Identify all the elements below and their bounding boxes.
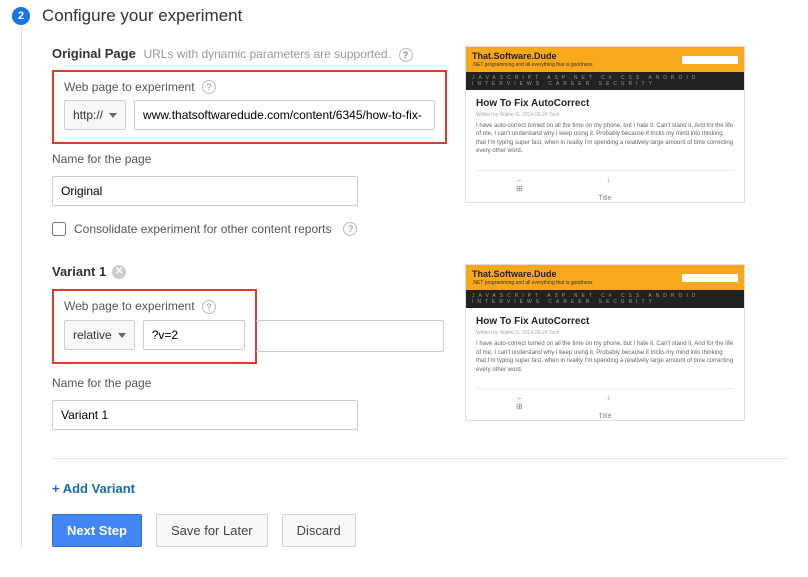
preview-brand: That.Software.Dude <box>472 51 593 61</box>
original-heading: Original Page URLs with dynamic paramete… <box>52 46 447 62</box>
add-variant-link[interactable]: + Add Variant <box>52 481 135 496</box>
variant1-heading: Variant 1 <box>52 264 106 279</box>
variant1-url-input[interactable] <box>143 320 245 350</box>
original-url-input[interactable] <box>134 100 435 130</box>
original-url-highlight: Web page to experiment ? http:// <box>52 70 447 145</box>
variant1-url-highlight: Web page to experiment ? relative <box>52 289 257 364</box>
preview-paragraph: I have auto-correct turned on all the ti… <box>476 340 734 374</box>
preview-search <box>682 274 738 282</box>
chevron-down-icon <box>109 113 117 118</box>
help-icon[interactable]: ? <box>399 48 413 62</box>
original-section: Original Page URLs with dynamic paramete… <box>52 46 788 236</box>
chevron-down-icon <box>118 333 126 338</box>
divider <box>52 458 788 459</box>
preview-arrows: ← ↓ ⊞ <box>476 393 734 411</box>
action-bar: Next Step Save for Later Discard <box>52 514 788 547</box>
preview-paragraph: I have auto-correct turned on all the ti… <box>476 122 734 156</box>
original-name-input[interactable] <box>52 176 358 206</box>
preview-foot-title: Title <box>599 413 612 420</box>
original-preview: That.Software.Dude .NET programming and … <box>465 46 745 203</box>
preview-tagline: .NET programming and all everything that… <box>472 62 593 68</box>
help-icon[interactable]: ? <box>343 222 357 236</box>
variant1-name-input[interactable] <box>52 400 358 430</box>
protocol-select[interactable]: http:// <box>64 100 126 130</box>
original-name-label: Name for the page <box>52 152 447 166</box>
preview-nav: JAVASCRIPT ASP.NET C# CSS ANDROID INTERV… <box>466 72 744 90</box>
original-url-label: Web page to experiment ? <box>64 80 435 95</box>
step-title: Configure your experiment <box>42 6 242 26</box>
consolidate-checkbox[interactable] <box>52 222 66 236</box>
preview-title: How To Fix AutoCorrect <box>476 98 734 109</box>
discard-button[interactable]: Discard <box>282 514 356 547</box>
preview-meta: Written by Walter G. 2014-06-24 Tech <box>476 330 734 336</box>
preview-search <box>682 56 738 64</box>
save-for-later-button[interactable]: Save for Later <box>156 514 268 547</box>
consolidate-label: Consolidate experiment for other content… <box>74 222 331 236</box>
remove-variant-icon[interactable]: ✕ <box>112 265 126 279</box>
variant1-preview: That.Software.Dude .NET programming and … <box>465 264 745 421</box>
original-hint: URLs with dynamic parameters are support… <box>143 47 390 61</box>
preview-tagline: .NET programming and all everything that… <box>472 280 593 286</box>
step-badge: 2 <box>12 7 30 25</box>
help-icon[interactable]: ? <box>202 300 216 314</box>
preview-foot-title: Title <box>599 195 612 202</box>
preview-title: How To Fix AutoCorrect <box>476 316 734 327</box>
preview-arrows: ← ↓ ⊞ <box>476 175 734 193</box>
variant1-url-extension[interactable] <box>256 320 444 352</box>
next-step-button[interactable]: Next Step <box>52 514 142 547</box>
help-icon[interactable]: ? <box>202 80 216 94</box>
variant1-name-label: Name for the page <box>52 376 447 390</box>
variant1-url-label: Web page to experiment ? <box>64 299 245 314</box>
preview-nav: JAVASCRIPT ASP.NET C# CSS ANDROID INTERV… <box>466 290 744 308</box>
variant1-section: Variant 1 ✕ Web page to experiment ? rel… <box>52 264 788 430</box>
step-header: 2 Configure your experiment <box>0 0 808 26</box>
preview-brand: That.Software.Dude <box>472 269 593 279</box>
preview-meta: Written by Walter G. 2014-06-24 Tech <box>476 112 734 118</box>
variant1-protocol-select[interactable]: relative <box>64 320 135 350</box>
